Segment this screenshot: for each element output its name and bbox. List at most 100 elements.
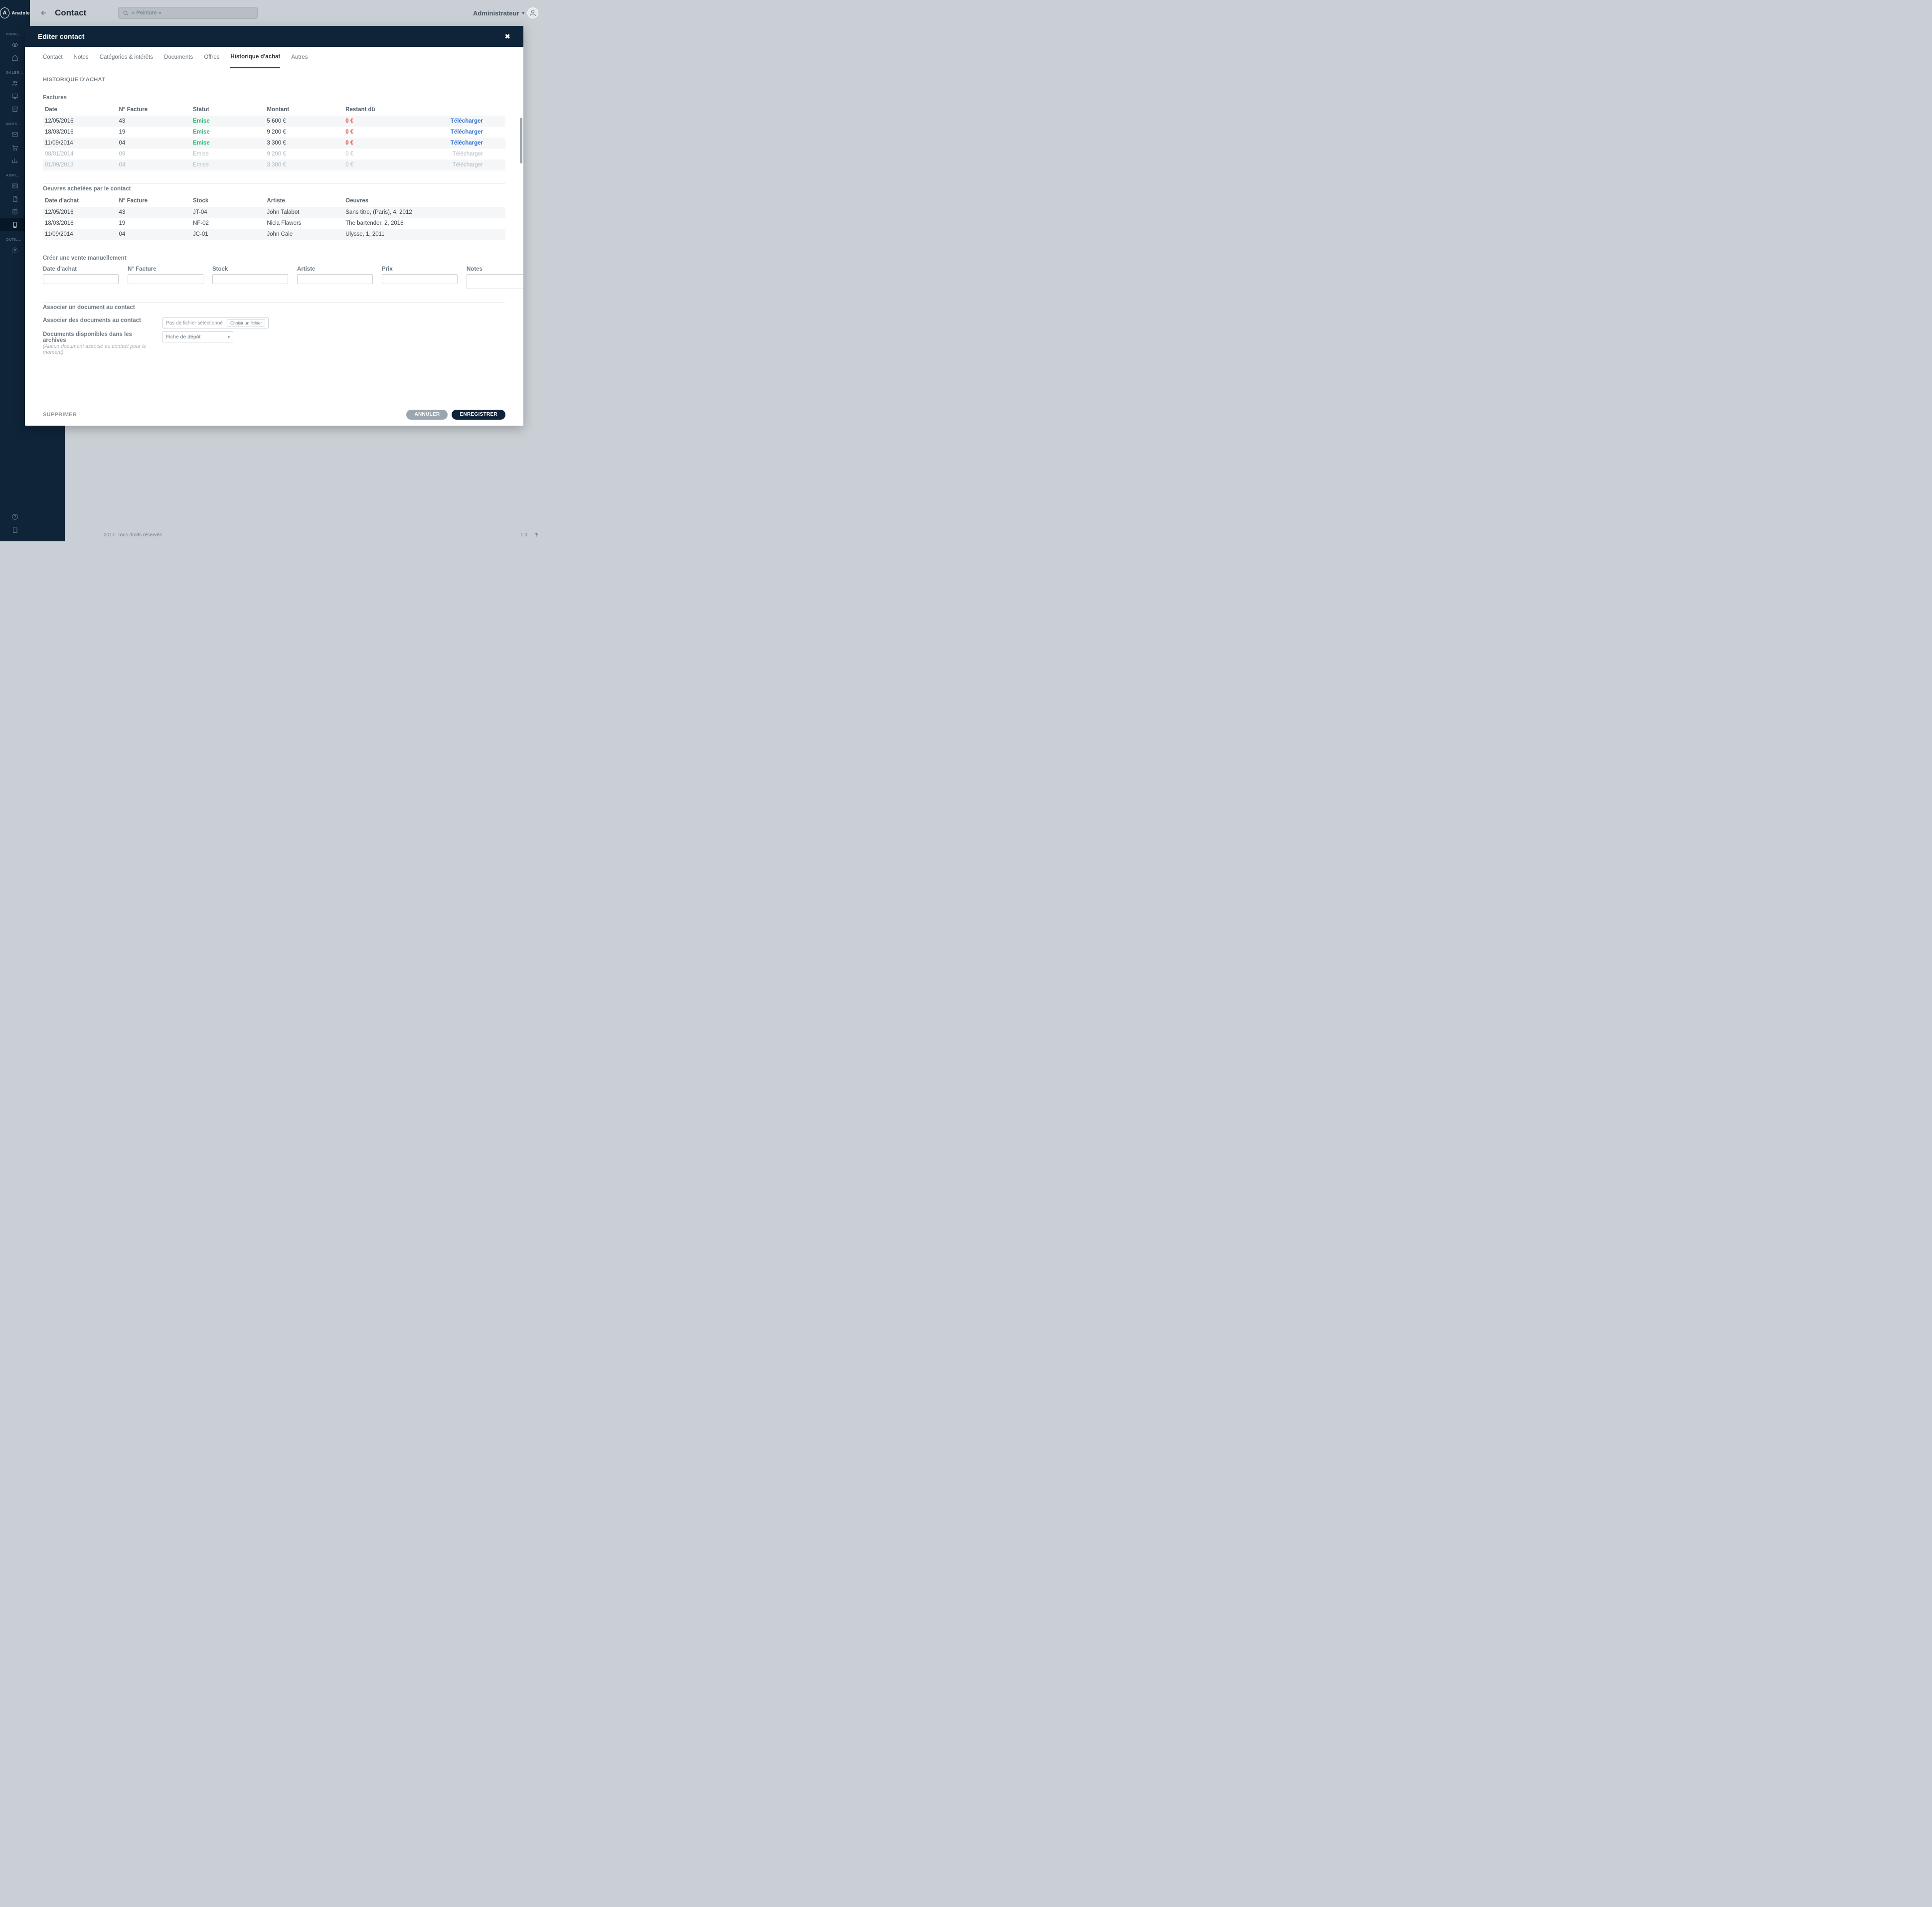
table-row: 12/05/201643Emise5 600 €0 €Télécharger xyxy=(43,116,505,127)
input-prix[interactable] xyxy=(382,274,458,284)
oeuvres-table: Date d'achat N° Facture Stock Artiste Oe… xyxy=(43,195,505,240)
input-artiste[interactable] xyxy=(297,274,373,284)
oeuvres-col-stock: Stock xyxy=(191,195,265,207)
cell-stock: NF-02 xyxy=(191,218,265,229)
modal-footer: SUPPRIMER ANNULER ENREGISTRER xyxy=(25,403,523,426)
table-row: 01/09/201304Emise3 300 €0 €Télécharger xyxy=(43,159,505,170)
search-input[interactable]: « Peinture » xyxy=(118,7,258,19)
cell-montant: 3 300 € xyxy=(265,138,343,149)
cell-artiste: Nicia Flawers xyxy=(265,218,343,229)
brand-name: Anatole xyxy=(11,10,30,15)
sidebar-icon-help[interactable] xyxy=(0,510,30,523)
cell-date: 18/03/2016 xyxy=(43,218,117,229)
search-icon xyxy=(123,10,129,16)
tab-documents[interactable]: Documents xyxy=(164,47,193,68)
table-row: 18/03/201619NF-02Nicia FlawersThe barten… xyxy=(43,218,505,229)
cell-download: Télécharger xyxy=(404,149,505,159)
user-menu[interactable]: Administrateur ▾ xyxy=(473,7,538,18)
download-link[interactable]: Télécharger xyxy=(451,140,483,146)
input-notes[interactable] xyxy=(467,274,523,289)
factures-col-montant: Montant xyxy=(265,104,343,116)
modal-title: Editer contact xyxy=(38,32,84,40)
cell-num: 04 xyxy=(117,138,190,149)
brand-logo-circle: A xyxy=(0,7,9,18)
choose-file-button[interactable]: Choisir un fichier xyxy=(227,319,265,326)
avatar xyxy=(527,7,538,18)
cell-montant: 3 300 € xyxy=(265,159,343,170)
label-artiste: Artiste xyxy=(297,266,373,272)
cell-artiste: John Cale xyxy=(265,229,343,240)
manual-sale-title: Créer une vente manuellement xyxy=(43,255,505,261)
oeuvres-col-artiste: Artiste xyxy=(265,195,343,207)
table-row: 18/03/201619Emise9 200 €0 €Télécharger xyxy=(43,127,505,138)
input-date-achat[interactable] xyxy=(43,274,119,284)
scrollbar-thumb[interactable] xyxy=(520,118,522,163)
cell-statut: Emise xyxy=(191,159,265,170)
cell-date: 12/05/2016 xyxy=(43,116,117,127)
cell-oeuvre: The bartender, 2, 2016 xyxy=(343,218,505,229)
cell-statut: Emise xyxy=(191,138,265,149)
tab-contact[interactable]: Contact xyxy=(43,47,63,68)
cell-rest: 0 € xyxy=(343,159,404,170)
cell-rest: 0 € xyxy=(343,127,404,138)
topbar: Contact « Peinture » Administrateur ▾ xyxy=(30,0,548,26)
factures-title: Factures xyxy=(43,95,505,101)
edit-contact-modal: Editer contact ✖ Contact Notes Catégorie… xyxy=(25,26,523,426)
assoc-row2-label: Documents disponibles dans les archives xyxy=(43,331,148,343)
download-link[interactable]: Télécharger xyxy=(451,118,483,124)
cell-statut: Emise xyxy=(191,116,265,127)
cell-rest: 0 € xyxy=(343,138,404,149)
archive-select[interactable]: Fiche de dépôt ▾ xyxy=(162,331,233,342)
oeuvres-col-num: N° Facture xyxy=(117,195,190,207)
cell-rest: 0 € xyxy=(343,149,404,159)
oeuvres-col-oeuvre: Oeuvres xyxy=(343,195,505,207)
cancel-button[interactable]: ANNULER xyxy=(406,410,448,420)
back-icon[interactable] xyxy=(40,9,48,17)
tab-offres[interactable]: Offres xyxy=(204,47,219,68)
tab-categories[interactable]: Catégories & intérêts xyxy=(100,47,153,68)
download-link[interactable]: Télécharger xyxy=(453,162,483,168)
cell-num: 43 xyxy=(117,207,190,218)
caret-down-icon: ▾ xyxy=(522,10,524,16)
label-stock: Stock xyxy=(212,266,288,272)
cell-num: 04 xyxy=(117,229,190,240)
tab-autres[interactable]: Autres xyxy=(291,47,308,68)
cell-montant: 5 600 € xyxy=(265,116,343,127)
scroll-top-icon[interactable] xyxy=(533,532,539,538)
table-row: 11/09/201404JC-01John CaleUlysse, 1, 201… xyxy=(43,229,505,240)
file-placeholder: Pas de fichier sélectionné xyxy=(166,320,223,326)
cell-download: Télécharger xyxy=(404,159,505,170)
oeuvres-title: Oeuvres achetées par le contact xyxy=(43,186,505,192)
caret-down-icon: ▾ xyxy=(228,335,230,339)
input-stock[interactable] xyxy=(212,274,288,284)
page-footer: 2017. Tous droits réservés 1.0 xyxy=(95,528,548,541)
label-date-achat: Date d'achat xyxy=(43,266,119,272)
tab-historique[interactable]: Historique d'achat xyxy=(230,46,280,68)
cell-statut: Emise xyxy=(191,127,265,138)
brand-logo[interactable]: A Anatole xyxy=(0,0,30,26)
label-notes: Notes xyxy=(467,266,523,272)
search-placeholder: « Peinture » xyxy=(132,10,161,16)
cell-stock: JC-01 xyxy=(191,229,265,240)
sidebar-icon-file[interactable] xyxy=(0,523,30,536)
file-input[interactable]: Pas de fichier sélectionné Choisir un fi… xyxy=(162,318,269,328)
cell-download: Télécharger xyxy=(404,116,505,127)
download-link[interactable]: Télécharger xyxy=(451,129,483,135)
input-num-facture[interactable] xyxy=(128,274,203,284)
assoc-row1-label: Associer des documents au contact xyxy=(43,318,148,323)
cell-date: 01/09/2013 xyxy=(43,159,117,170)
save-button[interactable]: ENREGISTRER xyxy=(452,410,505,420)
download-link[interactable]: Télécharger xyxy=(453,151,483,157)
close-icon[interactable]: ✖ xyxy=(504,32,510,41)
cell-date: 18/03/2016 xyxy=(43,127,117,138)
tab-notes[interactable]: Notes xyxy=(74,47,89,68)
delete-button[interactable]: SUPPRIMER xyxy=(43,412,77,418)
cell-rest: 0 € xyxy=(343,116,404,127)
cell-date: 11/09/2014 xyxy=(43,138,117,149)
cell-oeuvre: Ulysse, 1, 2011 xyxy=(343,229,505,240)
assoc-row2-hint: (Aucun document associé au contact pour … xyxy=(43,343,148,355)
oeuvres-col-date: Date d'achat xyxy=(43,195,117,207)
cell-num: 09 xyxy=(117,149,190,159)
footer-copyright: 2017. Tous droits réservés xyxy=(104,532,162,538)
assoc-title: Associer un document au contact xyxy=(43,305,505,311)
